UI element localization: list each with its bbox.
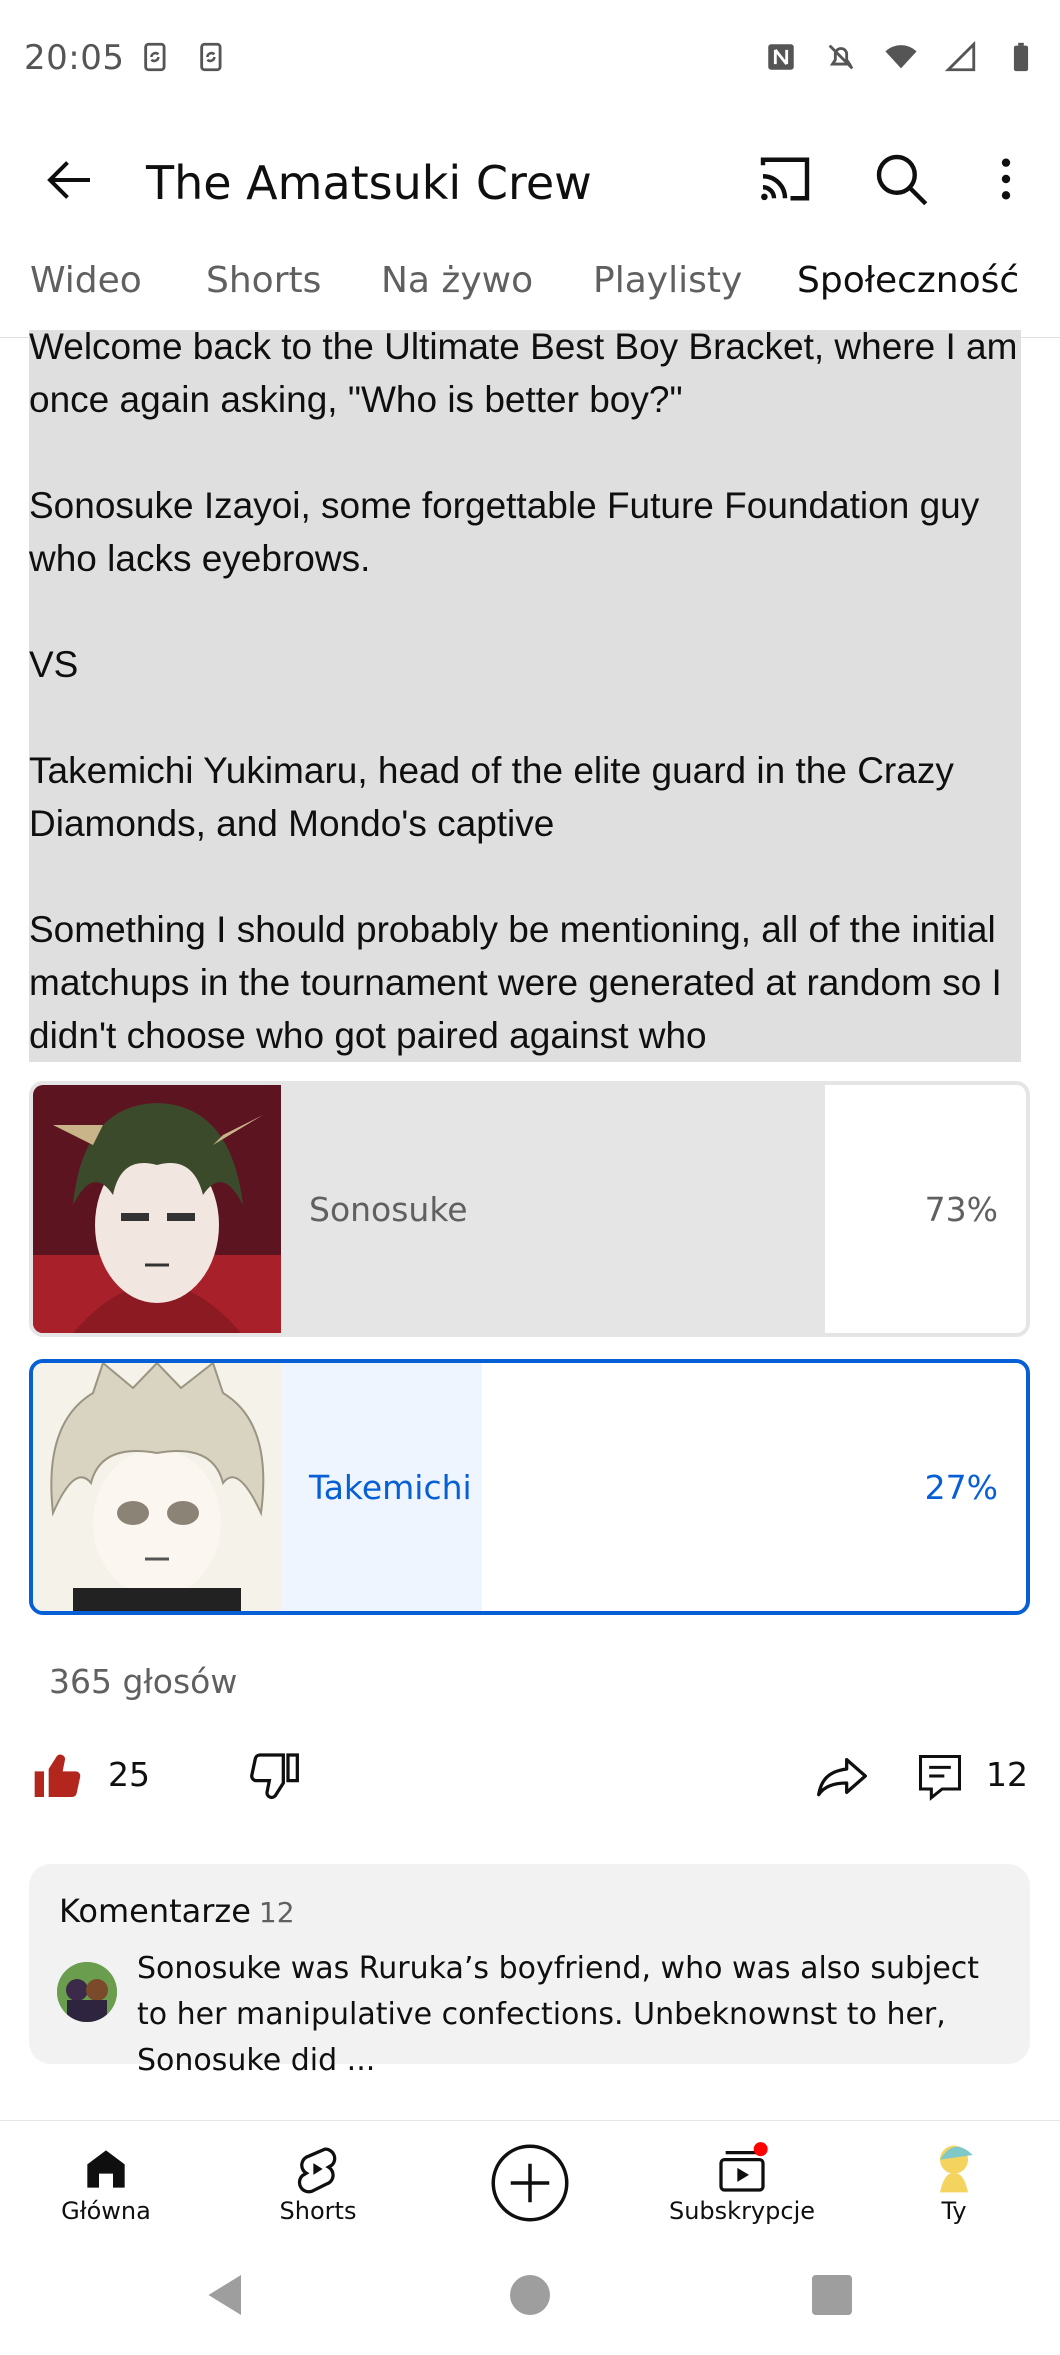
commenter-avatar xyxy=(57,1962,117,2022)
recents-square-icon[interactable] xyxy=(802,2265,862,2325)
top-comment-text: Sonosuke was Ruruka’s boyfriend, who was… xyxy=(137,1951,980,2078)
nav-create[interactable] xyxy=(424,2121,636,2246)
home-circle-icon[interactable] xyxy=(500,2265,560,2325)
poll-option-percent: 73% xyxy=(924,1190,998,1229)
poll-option[interactable]: Takemichi 27% xyxy=(29,1359,1030,1615)
nav-you[interactable]: Ty xyxy=(848,2121,1060,2246)
comments-icon[interactable] xyxy=(914,1748,966,1804)
avatar-icon xyxy=(940,2145,973,2193)
nav-you-label: Ty xyxy=(941,2197,967,2225)
wifi-icon xyxy=(885,45,917,69)
poll-option-image xyxy=(33,1363,281,1611)
tab-playlists[interactable]: Playlisty xyxy=(593,260,742,301)
system-nav-bar xyxy=(0,2245,1060,2355)
mute-icon xyxy=(828,44,854,70)
comments-heading-count: 12 xyxy=(258,1896,295,1929)
poll-option-percent: 27% xyxy=(924,1468,998,1507)
like-count: 25 xyxy=(108,1755,150,1794)
search-icon[interactable] xyxy=(868,146,934,212)
nav-home[interactable]: Główna xyxy=(0,2121,212,2246)
back-triangle-icon[interactable] xyxy=(196,2265,256,2325)
poll-option-image xyxy=(33,1085,281,1333)
sync-icon xyxy=(144,42,166,72)
dislike-icon[interactable] xyxy=(246,1748,302,1804)
more-vert-icon[interactable] xyxy=(978,146,1034,212)
app-bar: The Amatsuki Crew xyxy=(0,122,1060,252)
post-text: Welcome back to the Ultimate Best Boy Br… xyxy=(29,330,1018,1056)
nfc-icon xyxy=(768,44,794,70)
status-bar: 20:05 xyxy=(0,0,1060,122)
shorts-icon xyxy=(297,2147,337,2194)
comments-card[interactable]: Komentarze 12 Sonosuke was Ruruka’s boyfr… xyxy=(29,1864,1030,2078)
comments-count: 12 xyxy=(986,1755,1028,1794)
nav-shorts-label: Shorts xyxy=(279,2197,357,2225)
share-icon[interactable] xyxy=(812,1748,872,1804)
channel-title: The Amatsuki Crew xyxy=(146,156,592,210)
comments-heading: Komentarze 12 xyxy=(59,1892,295,1930)
tab-videos[interactable]: Wideo xyxy=(30,260,142,301)
signal-icon xyxy=(944,40,976,72)
comments-heading-label: Komentarze xyxy=(59,1892,251,1930)
status-time: 20:05 xyxy=(24,38,125,78)
tab-shorts[interactable]: Shorts xyxy=(206,260,321,301)
sync-icon xyxy=(200,42,222,72)
tab-community[interactable]: Społeczność xyxy=(797,260,1019,301)
poll-vote-count: 365 głosów xyxy=(49,1662,238,1701)
bottom-nav: Główna Shorts Subskrypcje Ty xyxy=(0,2120,1060,2245)
channel-tabs: Wideo Shorts Na żywo Playlisty Społeczno… xyxy=(0,252,1060,338)
nav-home-label: Główna xyxy=(61,2197,151,2225)
home-icon xyxy=(87,2150,125,2188)
nav-subscriptions[interactable]: Subskrypcje xyxy=(636,2121,848,2246)
like-icon[interactable] xyxy=(30,1748,86,1804)
poll-option[interactable]: Sonosuke 73% xyxy=(29,1081,1030,1337)
nav-shorts[interactable]: Shorts xyxy=(212,2121,424,2246)
subscriptions-icon xyxy=(719,2142,768,2192)
poll-option-label: Sonosuke xyxy=(309,1190,468,1229)
back-arrow-icon[interactable] xyxy=(40,150,100,210)
tab-live[interactable]: Na żywo xyxy=(381,260,533,301)
poll-option-label: Takemichi xyxy=(309,1468,472,1507)
battery-icon xyxy=(1013,42,1029,72)
create-icon xyxy=(491,2144,569,2222)
cast-icon[interactable] xyxy=(752,146,818,212)
nav-subscriptions-label: Subskrypcje xyxy=(668,2197,815,2225)
post-text-block: Welcome back to the Ultimate Best Boy Br… xyxy=(29,330,1021,1062)
